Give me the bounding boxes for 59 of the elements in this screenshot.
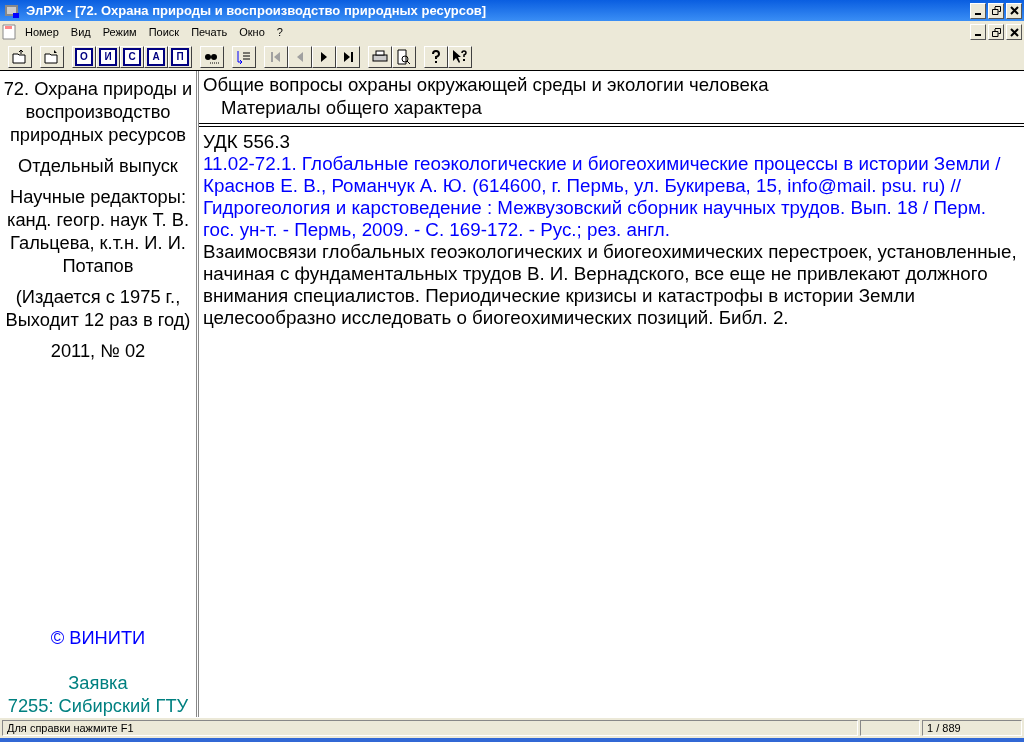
frequency-text: (Издается с 1975 г., Выходит 12 раз в год) [4,285,192,331]
status-hint: Для справки нажмите F1 [2,720,858,736]
record-position: 1 / 889 [922,720,1022,736]
restore-icon [991,27,1001,37]
menu-item[interactable]: Поиск [143,24,185,40]
close-button[interactable] [1006,2,1022,19]
printer-icon [372,48,388,65]
minimize-button[interactable] [970,24,986,40]
udc-code: УДК 556.3 [203,131,291,153]
contents-button[interactable] [232,45,256,68]
magnifier-page-icon [396,48,412,65]
window-title: ЭлРЖ - [72. Охрана природы и воспроизводство природных ресурсов] [26,3,488,18]
help-button[interactable] [424,45,448,68]
document-icon [2,24,18,40]
letter-button[interactable]: О [72,45,96,68]
menu-item[interactable]: ? [271,24,288,40]
minimize-icon [975,12,981,15]
letter-button[interactable]: С [120,45,144,68]
open-folder-button[interactable] [8,45,32,68]
citation-text: 11.02-72.1. Глобальные геоэкологические и биогеохимические процессы в истории Земли / Краснов Е. В., Романчук А. Ю. (614600, г. Пермь, ул. Букирева, 15, info@mail. psu. ru) // Гидрогеология и карстоведение : Межвузовский сборник научных трудов. Вып. 18 / Перм. гос. ун-т. - Пермь, 2009. - С. 169-172. - Рус.; рез. англ. [203,153,1002,241]
menu-item[interactable]: Номер [20,24,64,40]
open-button[interactable] [40,45,64,68]
restore-button[interactable] [988,24,1004,40]
restore-button[interactable] [988,2,1004,19]
list-icon [236,48,252,65]
menu-item[interactable]: Окно [234,24,270,40]
app-icon [4,2,20,19]
letter-button[interactable]: П [168,45,192,68]
menu-item[interactable]: Режим [97,24,142,40]
status-pane [860,720,920,736]
close-button[interactable] [1006,24,1022,40]
copyright-text: © ВИНИТИ [50,626,146,649]
close-icon [1009,6,1019,15]
journal-title: 72. Охрана природы и воспроизводство природных ресурсов [2,77,194,146]
print-preview-button[interactable] [392,45,416,68]
menu-item[interactable]: Вид [65,24,96,40]
request-text: 7255: Сибирский ГТУ [7,694,189,717]
pointer-question-icon [452,48,468,65]
editors-text: Научные редакторы: канд. геогр. наук Т. В. Гальцева, к.т.н. И. И. Потапов [6,185,190,277]
menu-item[interactable]: Печать [186,24,233,40]
letter-button[interactable]: И [96,45,120,68]
print-button[interactable] [368,45,392,68]
issue-type: Отдельный выпуск [18,154,178,177]
restore-icon [991,6,1001,15]
find-button[interactable] [200,45,224,68]
subsection-title: Материалы общего характера [220,96,483,119]
minimize-icon [975,34,981,36]
request-label: Заявка [68,671,128,694]
section-title: Общие вопросы охраны окружающей среды и экологии человека [203,73,770,96]
nav-button[interactable] [336,45,360,68]
close-icon [1009,27,1019,37]
issue-number: 2011, № 02 [50,339,146,362]
letter-button[interactable]: А [144,45,168,68]
folder-icon [44,48,60,65]
context-help-button[interactable] [448,45,472,68]
folder-icon [12,48,28,65]
nav-button[interactable] [312,45,336,68]
minimize-button[interactable] [970,2,986,19]
abstract-text: Взаимосвязи глобальных геоэкологических и биогеохимических перестроек, установленные, начиная с фундаментальных трудов В. И. Вернадского, все еще не привлекают должного внимания специалистов. Периодические кризисы и катастрофы в истории Земли целесообразно исследовать о биогеохимических позиций. Библ. 2. [203,241,1018,329]
